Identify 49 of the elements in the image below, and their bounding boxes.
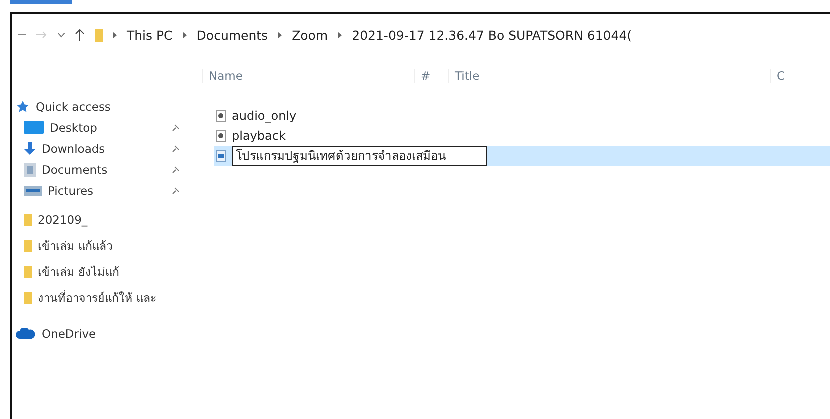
- chevron-icon: [338, 32, 342, 38]
- folder-icon: [24, 292, 32, 304]
- breadcrumb-item[interactable]: This PC: [127, 28, 173, 42]
- column-header[interactable]: Name: [202, 69, 414, 83]
- sidebar-item[interactable]: Documents: [12, 159, 202, 180]
- chevron-icon: [278, 32, 282, 38]
- column-header[interactable]: Title: [448, 69, 770, 83]
- file-row[interactable]: audio_only: [214, 106, 830, 126]
- audio-file-icon: [216, 110, 226, 122]
- up-arrow-icon[interactable]: [75, 29, 85, 41]
- pin-icon: [172, 144, 180, 152]
- pictures-icon: [24, 186, 42, 196]
- pin-icon: [172, 186, 180, 194]
- column-header[interactable]: C: [770, 69, 830, 83]
- file-row[interactable]: โปรแกรมปฐมนิเทศด้วยการจำลองเสมือน: [214, 146, 830, 166]
- rename-field[interactable]: โปรแกรมปฐมนิเทศด้วยการจำลองเสมือน: [232, 146, 487, 166]
- chevron-icon: [182, 32, 187, 38]
- sidebar-item[interactable]: เข้าเล่ม ยังไม่แก้: [12, 259, 202, 285]
- star-icon: [16, 100, 30, 114]
- audio-file-icon: [216, 130, 226, 142]
- sidebar-item[interactable]: Quick access: [12, 96, 202, 117]
- sidebar-item[interactable]: OneDrive: [12, 323, 202, 344]
- pin-icon: [172, 166, 180, 174]
- breadcrumb-item[interactable]: Zoom: [292, 28, 328, 42]
- sidebar-item[interactable]: Desktop: [12, 117, 202, 138]
- breadcrumb-item[interactable]: 2021-09-17 12.36.47 Bo SUPATSORN 61044(: [352, 28, 632, 42]
- sidebar-item[interactable]: 202109_: [12, 207, 202, 233]
- download-icon: [24, 142, 36, 156]
- folder-icon: [24, 266, 32, 278]
- file-name: audio_only: [232, 109, 297, 123]
- file-name: playback: [232, 129, 286, 143]
- pin-icon: [172, 124, 180, 132]
- file-row[interactable]: playback: [214, 126, 830, 146]
- video-file-icon: [216, 150, 226, 162]
- breadcrumb-item[interactable]: Documents: [196, 28, 268, 42]
- sidebar-item[interactable]: เข้าเล่ม แก้แล้ว: [12, 233, 202, 259]
- active-tab-indicator: [10, 0, 72, 4]
- dropdown-icon[interactable]: [58, 32, 65, 38]
- folder-icon: [95, 28, 103, 42]
- folder-icon: [24, 240, 32, 252]
- column-header[interactable]: #: [414, 69, 448, 83]
- folder-icon: [24, 214, 32, 226]
- cloud-icon: [16, 328, 36, 339]
- sidebar-item[interactable]: งานที่อาจารย์แก้ให้ และ: [12, 285, 202, 311]
- sidebar-item[interactable]: Downloads: [12, 138, 202, 159]
- chevron-icon: [113, 32, 117, 38]
- sidebar-item[interactable]: Pictures: [12, 180, 202, 201]
- document-icon: [24, 162, 36, 176]
- desktop-icon: [24, 121, 44, 134]
